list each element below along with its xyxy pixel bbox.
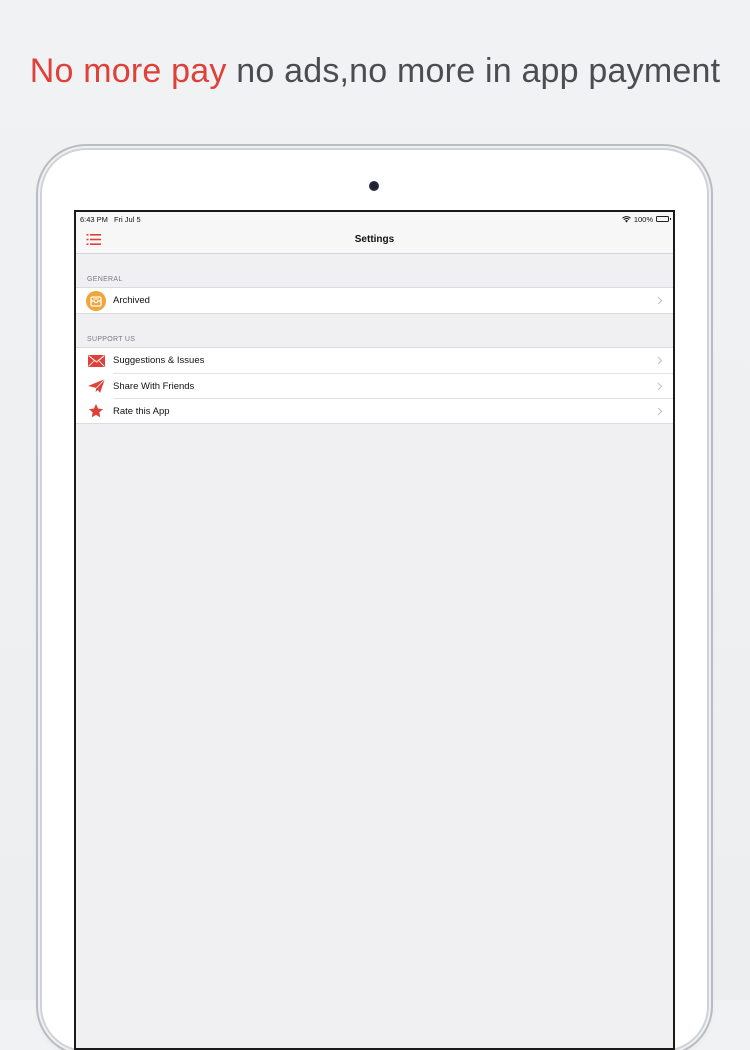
- archived-row[interactable]: Archived: [76, 288, 673, 313]
- archive-box-icon: [86, 290, 106, 311]
- paper-plane-icon: [86, 376, 106, 396]
- chevron-right-icon: [657, 382, 663, 390]
- share-label: Share With Friends: [113, 380, 195, 392]
- section-header-general: GENERAL: [87, 276, 123, 283]
- archived-label: Archived: [113, 295, 150, 306]
- ipad-frame: 6:43 PM Fri Jul 5 100% Settings GENERAL …: [42, 150, 707, 1050]
- section-header-support: SUPPORT US: [87, 336, 136, 343]
- chevron-right-icon: [657, 296, 663, 305]
- suggestions-row[interactable]: Suggestions & Issues: [76, 348, 673, 373]
- share-row[interactable]: Share With Friends: [76, 372, 673, 398]
- rate-label: Rate this App: [113, 405, 170, 417]
- suggestions-label: Suggestions & Issues: [113, 355, 205, 366]
- page-title: Settings: [354, 234, 395, 245]
- chevron-right-icon: [657, 356, 663, 365]
- general-list: Archived: [76, 287, 673, 314]
- status-bar: 6:43 PM Fri Jul 5 100%: [76, 212, 673, 226]
- front-camera: [369, 181, 379, 191]
- promo-headline: No more pay no ads,no more in app paymen…: [0, 52, 750, 91]
- wifi-icon: [621, 215, 631, 222]
- device-screen: 6:43 PM Fri Jul 5 100% Settings GENERAL …: [74, 210, 675, 1050]
- battery-icon: [656, 216, 671, 222]
- promo-headline-accent: No more pay: [29, 52, 227, 90]
- star-icon: [86, 401, 106, 421]
- promo-headline-rest: no ads,no more in app payment: [226, 52, 721, 90]
- app-screen: 6:43 PM Fri Jul 5 100% Settings GENERAL …: [76, 212, 673, 1048]
- status-date: Fri Jul 5: [113, 214, 141, 224]
- envelope-icon: [86, 351, 106, 371]
- battery-percent: 100%: [633, 214, 653, 224]
- chevron-right-icon: [657, 407, 663, 415]
- support-list: Suggestions & Issues Share With Friends: [76, 347, 673, 424]
- list-menu-icon[interactable]: [86, 233, 102, 246]
- status-time: 6:43 PM: [80, 214, 108, 224]
- navigation-bar: Settings: [76, 226, 673, 254]
- rate-row[interactable]: Rate this App: [76, 397, 673, 423]
